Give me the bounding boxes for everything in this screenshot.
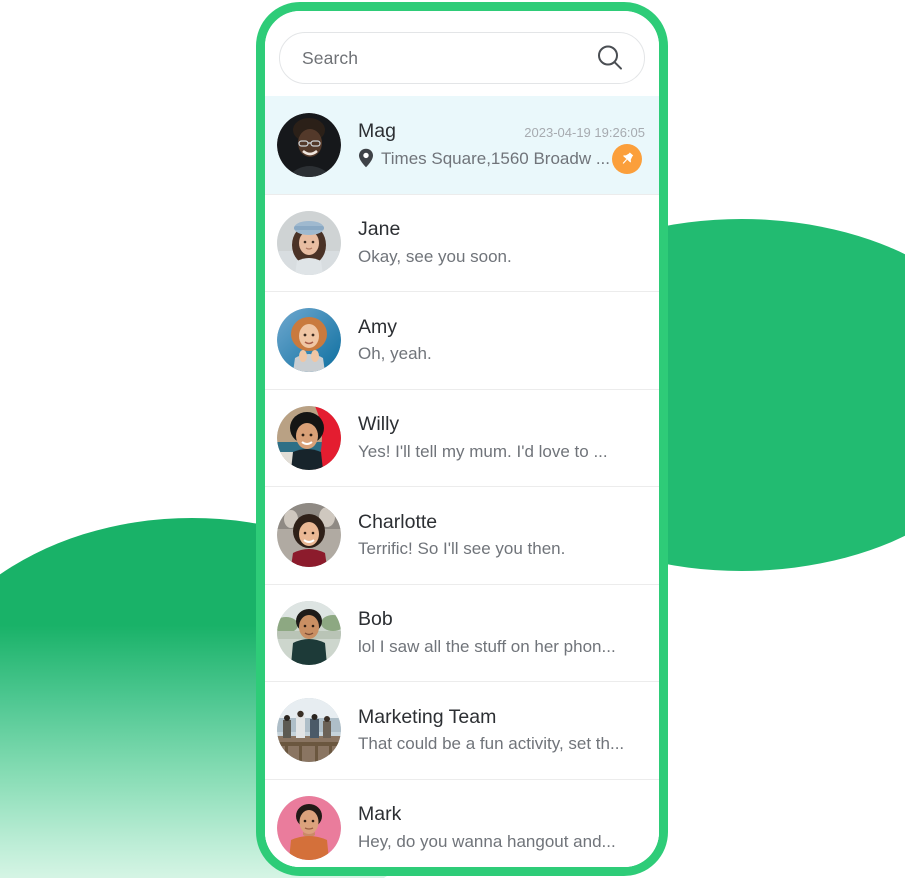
search-bar-container: Search — [265, 11, 659, 96]
conversation-row[interactable]: Marketing Team That could be a fun activi… — [265, 681, 659, 779]
conversation-name: Mag — [358, 120, 396, 143]
screenshot-stage: Search Mag 2023-04-19 19:26:05 Times Squar… — [0, 0, 905, 878]
conversation-name: Willy — [358, 413, 400, 436]
avatar[interactable] — [277, 698, 341, 763]
conversation-preview-line: Hey, do you wanna hangout and... — [358, 831, 645, 852]
conversation-header-line: Marketing Team — [358, 706, 645, 728]
avatar[interactable] — [277, 112, 341, 177]
conversation-row[interactable]: Mag 2023-04-19 19:26:05 Times Square,1560 … — [265, 96, 659, 194]
conversation-body: Mag 2023-04-19 19:26:05 Times Square,1560 … — [358, 120, 645, 169]
conversation-header-line: Willy — [358, 413, 645, 435]
conversation-preview-line: Okay, see you soon. — [358, 246, 645, 267]
conversation-preview: Hey, do you wanna hangout and... — [358, 831, 616, 851]
conversation-timestamp: 2023-04-19 19:26:05 — [524, 125, 645, 141]
conversation-preview-line: Terrific! So I'll see you then. — [358, 538, 645, 559]
location-pin-icon — [358, 148, 374, 168]
conversation-preview: That could be a fun activity, set th... — [358, 734, 625, 754]
avatar[interactable] — [277, 503, 341, 568]
conversation-row[interactable]: Mark Hey, do you wanna hangout and... — [265, 778, 659, 867]
avatar[interactable] — [277, 210, 341, 275]
conversation-preview-line: Oh, yeah. — [358, 343, 645, 364]
avatar[interactable] — [277, 600, 341, 665]
conversation-preview: Times Square,1560 Broadw ... — [381, 148, 610, 168]
conversation-header-line: Charlotte — [358, 511, 645, 533]
conversation-name: Charlotte — [358, 510, 438, 533]
conversation-body: Charlotte Terrific! So I'll see you then. — [358, 511, 645, 560]
conversation-name: Marketing Team — [358, 705, 497, 728]
conversation-header-line: Mark — [358, 803, 645, 825]
conversation-body: Mark Hey, do you wanna hangout and... — [358, 803, 645, 852]
avatar[interactable] — [277, 405, 341, 470]
search-input[interactable]: Search — [279, 32, 645, 84]
conversation-preview-line: Times Square,1560 Broadw ... — [358, 148, 645, 169]
conversation-row[interactable]: Willy Yes! I'll tell my mum. I'd love to … — [265, 388, 659, 486]
conversation-header-line: Amy — [358, 316, 645, 338]
conversation-row[interactable]: Bob lol I saw all the stuff on her phon..… — [265, 583, 659, 681]
conversation-row[interactable]: Jane Okay, see you soon. — [265, 193, 659, 291]
conversation-name: Mark — [358, 803, 402, 826]
search-icon[interactable] — [594, 42, 626, 74]
conversation-header-line: Jane — [358, 218, 645, 240]
phone-screen: Search Mag 2023-04-19 19:26:05 Times Squar… — [265, 11, 659, 867]
conversation-name: Bob — [358, 608, 393, 631]
pushpin-icon[interactable] — [612, 143, 642, 174]
avatar[interactable] — [277, 308, 341, 373]
conversation-preview: Okay, see you soon. — [358, 246, 512, 266]
conversation-name: Amy — [358, 315, 397, 338]
conversation-row[interactable]: Charlotte Terrific! So I'll see you then. — [265, 486, 659, 584]
conversation-preview: Terrific! So I'll see you then. — [358, 539, 566, 559]
conversation-list[interactable]: Mag 2023-04-19 19:26:05 Times Square,1560 … — [265, 96, 659, 867]
conversation-body: Amy Oh, yeah. — [358, 316, 645, 365]
conversation-body: Willy Yes! I'll tell my mum. I'd love to … — [358, 413, 645, 462]
search-placeholder-text: Search — [302, 47, 359, 68]
conversation-header-line: Mag 2023-04-19 19:26:05 — [358, 120, 645, 142]
conversation-row[interactable]: Amy Oh, yeah. — [265, 291, 659, 389]
conversation-body: Marketing Team That could be a fun activi… — [358, 706, 645, 755]
conversation-preview-line: lol I saw all the stuff on her phon... — [358, 636, 645, 657]
conversation-preview: Yes! I'll tell my mum. I'd love to ... — [358, 441, 608, 461]
conversation-body: Bob lol I saw all the stuff on her phon..… — [358, 608, 645, 657]
conversation-preview-line: That could be a fun activity, set th... — [358, 733, 645, 754]
conversation-header-line: Bob — [358, 608, 645, 630]
conversation-preview: Oh, yeah. — [358, 344, 432, 364]
avatar[interactable] — [277, 795, 341, 860]
conversation-preview: lol I saw all the stuff on her phon... — [358, 636, 616, 656]
conversation-preview-line: Yes! I'll tell my mum. I'd love to ... — [358, 441, 645, 462]
phone-mockup-frame: Search Mag 2023-04-19 19:26:05 Times Squar… — [256, 2, 668, 876]
conversation-body: Jane Okay, see you soon. — [358, 218, 645, 267]
conversation-name: Jane — [358, 218, 401, 241]
